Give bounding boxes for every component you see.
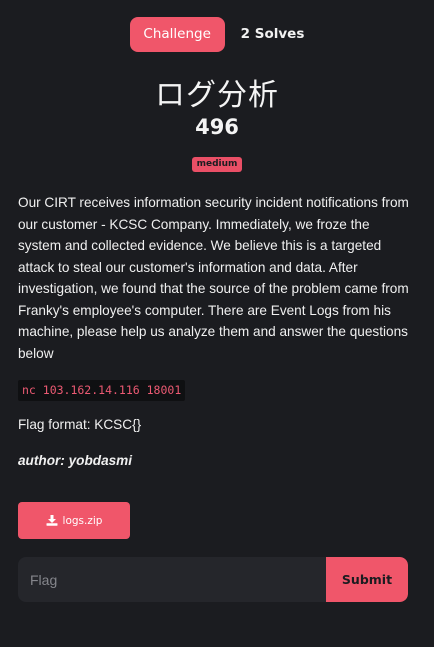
download-label: logs.zip: [62, 514, 103, 527]
challenge-title: ログ分析: [155, 78, 279, 113]
download-logs-button[interactable]: logs.zip: [18, 502, 130, 539]
author-text: author: yobdasmi: [18, 453, 133, 468]
tab-solves[interactable]: 2 Solves: [239, 17, 305, 52]
challenge-points: 496: [195, 115, 239, 139]
submit-button[interactable]: Submit: [326, 557, 408, 602]
difficulty-badge: medium: [191, 157, 243, 172]
download-icon: [46, 515, 58, 526]
connection-command: nc 103.162.14.116 18001: [18, 380, 186, 401]
flag-input[interactable]: [18, 557, 326, 602]
challenge-description: Our CIRT receives information security i…: [18, 195, 409, 361]
tab-challenge[interactable]: Challenge: [129, 17, 225, 52]
flag-submission-form: Submit: [18, 557, 408, 602]
flag-format-text: Flag format: KCSC{}: [18, 417, 142, 432]
difficulty-badge-wrap: medium: [0, 153, 434, 172]
tab-bar: Challenge 2 Solves: [0, 17, 434, 52]
